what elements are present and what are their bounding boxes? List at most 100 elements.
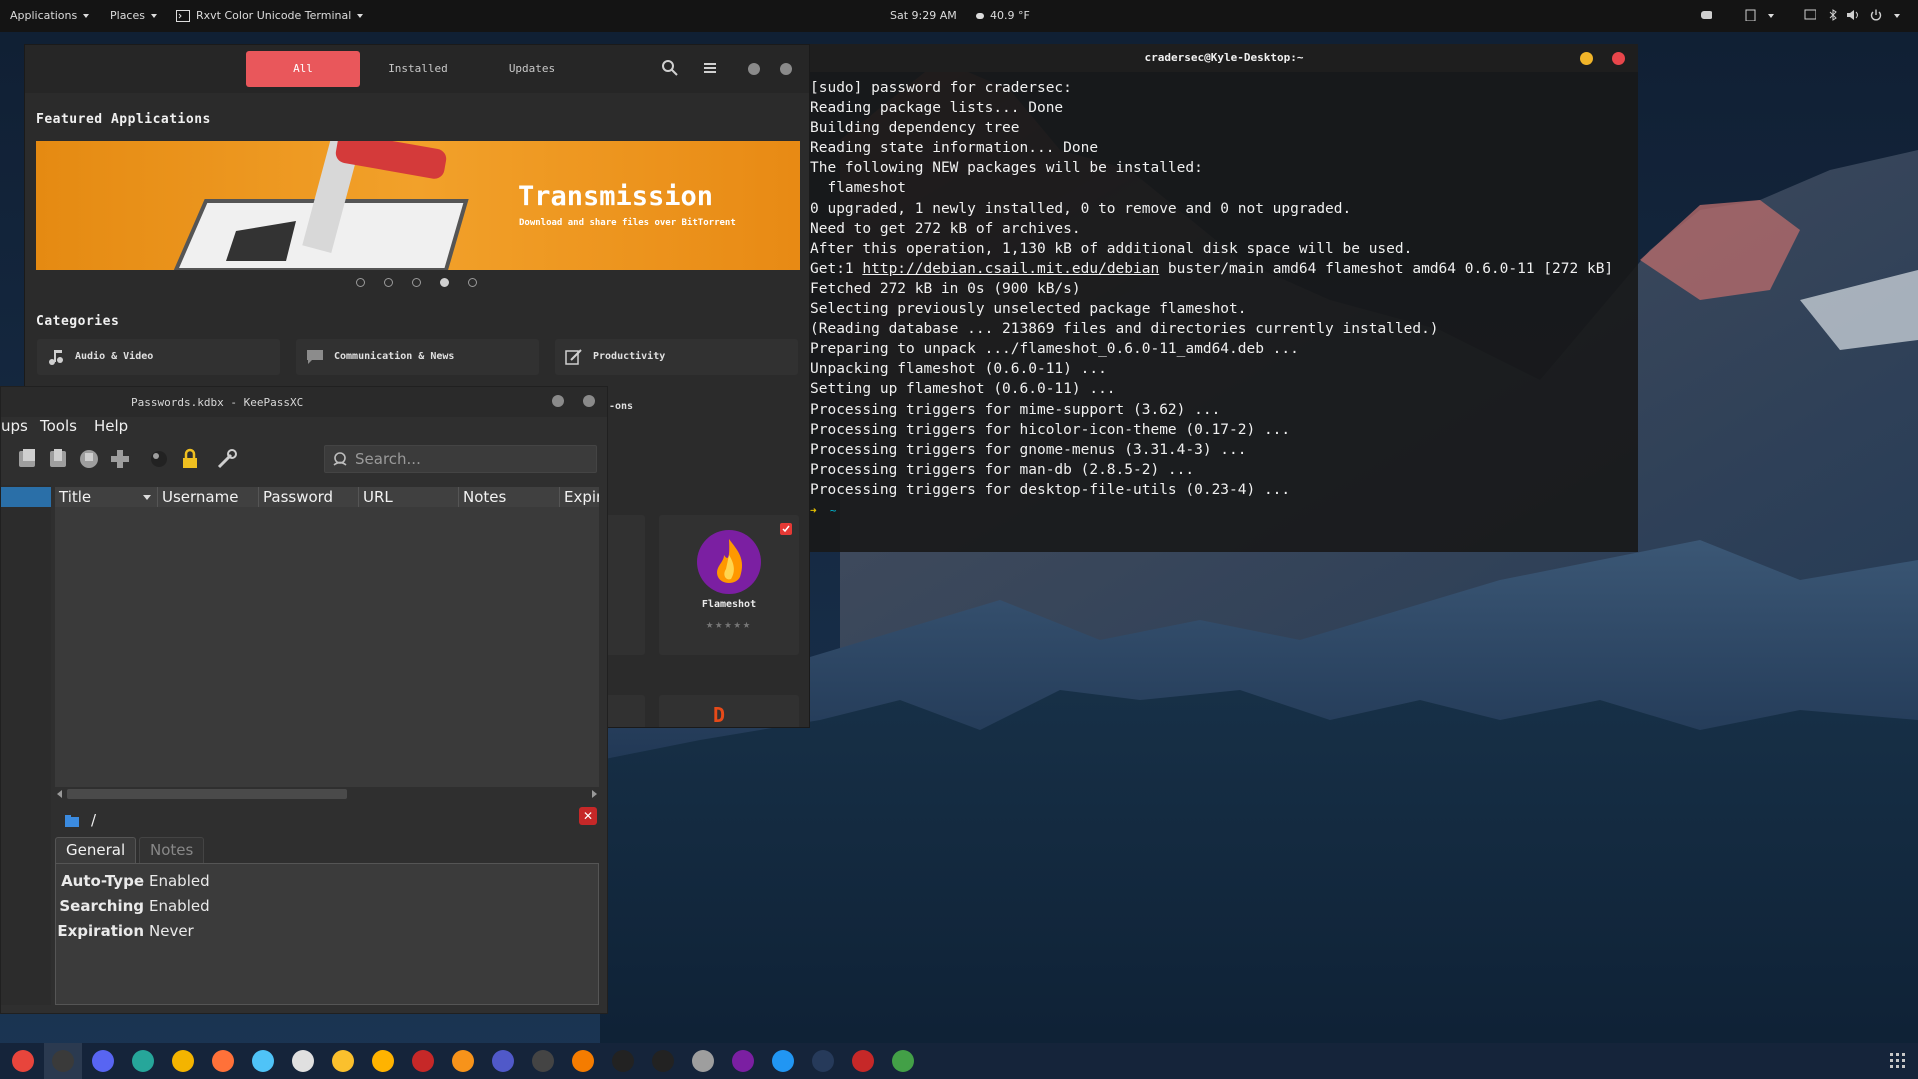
terminal-icon[interactable] <box>52 1050 74 1072</box>
close-button[interactable] <box>780 63 792 75</box>
terminal-link[interactable]: http://debian.csail.mit.edu/debian <box>862 261 1159 277</box>
gimp-icon[interactable] <box>532 1050 554 1072</box>
carousel-dot-5[interactable] <box>468 278 477 287</box>
archive-icon[interactable] <box>372 1050 394 1072</box>
keepass-icon[interactable] <box>892 1050 914 1072</box>
settings-wrench-icon[interactable] <box>215 447 239 471</box>
group-tree[interactable] <box>1 485 51 1005</box>
app-grid-icon[interactable] <box>1890 1053 1906 1069</box>
prompt-directory: ~ <box>829 503 837 517</box>
minimize-button[interactable] <box>748 63 760 75</box>
files-icon[interactable] <box>172 1050 194 1072</box>
firefox-icon[interactable] <box>212 1050 234 1072</box>
display-icon[interactable] <box>1804 9 1816 21</box>
web-browser-icon[interactable] <box>252 1050 274 1072</box>
category-communication-news[interactable]: Communication & News <box>296 339 539 375</box>
scroll-right-icon[interactable] <box>592 790 597 798</box>
discord-icon[interactable] <box>92 1050 114 1072</box>
tab-updates[interactable]: Updates <box>475 51 589 87</box>
tab-general[interactable]: General <box>55 837 137 863</box>
keepassxc-titlebar[interactable]: Passwords.kdbx - KeePassXC <box>1 387 607 417</box>
info-icon[interactable] <box>852 1050 874 1072</box>
terminal-text: buster/main amd64 flameshot amd64 0.6.0-… <box>1159 260 1614 277</box>
lock-icon[interactable] <box>178 447 202 471</box>
app-card-flameshot[interactable]: Flameshot ★★★★★ <box>659 515 799 655</box>
terminal-output[interactable]: [sudo] password for cradersec: Reading pa… <box>810 78 1613 521</box>
close-preview-icon[interactable]: ✕ <box>579 807 597 825</box>
column-notes[interactable]: Notes <box>459 487 560 507</box>
teams-icon[interactable] <box>492 1050 514 1072</box>
terminal-prompt[interactable]: ➜ ~ <box>810 500 1613 521</box>
terminal-titlebar[interactable]: cradersec@Kyle-Desktop:~ <box>810 44 1638 72</box>
horizontal-scrollbar[interactable] <box>55 787 599 801</box>
app-card-partial[interactable]: D <box>659 695 799 727</box>
terminal-window[interactable]: cradersec@Kyle-Desktop:~ [sudo] password… <box>810 44 1638 552</box>
menu-icon[interactable] <box>701 59 719 77</box>
volume-icon[interactable] <box>1846 9 1858 21</box>
menu-groups[interactable]: ups <box>1 417 28 441</box>
places-menu[interactable]: Places <box>110 9 157 22</box>
carousel-dot-1[interactable] <box>356 278 365 287</box>
column-password[interactable]: Password <box>259 487 359 507</box>
clock[interactable]: Sat 9:29 AM <box>890 9 957 22</box>
column-expires[interactable]: Expire <box>560 487 599 507</box>
close-button[interactable] <box>583 395 595 407</box>
chevron-down-icon <box>150 14 157 18</box>
weather-indicator[interactable]: 40.9 °F <box>976 9 1030 22</box>
app-icon[interactable] <box>812 1050 834 1072</box>
globe-icon[interactable] <box>147 447 171 471</box>
carousel-dot-2[interactable] <box>384 278 393 287</box>
category-productivity[interactable]: Productivity <box>555 339 798 375</box>
search-icon[interactable] <box>661 59 679 77</box>
edit-entry-icon[interactable] <box>46 447 70 471</box>
new-entry-icon[interactable] <box>15 447 39 471</box>
delete-entry-icon[interactable] <box>77 447 101 471</box>
minimize-button[interactable] <box>552 395 564 407</box>
menu-tools[interactable]: Tools <box>40 417 77 441</box>
target-icon[interactable] <box>572 1050 594 1072</box>
category-audio-video[interactable]: Audio & Video <box>37 339 280 375</box>
copy-icon[interactable] <box>108 447 132 471</box>
tor-icon[interactable] <box>732 1050 754 1072</box>
clipboard-icon[interactable] <box>1744 9 1756 21</box>
bluetooth-icon[interactable] <box>1828 9 1840 21</box>
menu-help[interactable]: Help <box>94 417 128 441</box>
power-icon[interactable] <box>1870 9 1882 21</box>
column-title[interactable]: Title <box>55 487 158 507</box>
entries-table[interactable]: Title Username Password URL Notes Expire <box>55 487 599 787</box>
carousel-dot-3[interactable] <box>412 278 421 287</box>
column-username[interactable]: Username <box>158 487 259 507</box>
group-tree-selected[interactable] <box>1 487 51 507</box>
inkscape-icon[interactable] <box>652 1050 674 1072</box>
notes-icon[interactable] <box>132 1050 154 1072</box>
clock-icon[interactable] <box>292 1050 314 1072</box>
scroll-left-icon[interactable] <box>57 790 62 798</box>
chevron-down-icon[interactable] <box>1894 14 1900 18</box>
signal-icon[interactable] <box>772 1050 794 1072</box>
bitcoin-icon[interactable] <box>452 1050 474 1072</box>
keepassxc-window[interactable]: Passwords.kdbx - KeePassXC ups Tools Hel… <box>0 386 608 1014</box>
column-url[interactable]: URL <box>359 487 459 507</box>
minimize-button[interactable] <box>1580 52 1593 65</box>
tab-installed[interactable]: Installed <box>361 51 475 87</box>
search-input[interactable]: Search... <box>324 445 597 473</box>
close-button[interactable] <box>1612 52 1625 65</box>
steam-icon[interactable] <box>612 1050 634 1072</box>
carousel-dot-4[interactable] <box>440 278 449 287</box>
scrollbar-thumb[interactable] <box>67 789 347 799</box>
filezilla-icon[interactable] <box>412 1050 434 1072</box>
active-app-menu[interactable]: Rxvt Color Unicode Terminal <box>176 9 364 22</box>
update-icon[interactable] <box>1700 9 1712 21</box>
detail-key: Expiration <box>57 922 144 940</box>
tab-notes[interactable]: Notes <box>139 837 205 863</box>
terminal-icon <box>176 10 190 22</box>
settings-icon[interactable] <box>692 1050 714 1072</box>
tab-all[interactable]: All <box>246 51 360 87</box>
category-addons-partial[interactable]: -ons <box>609 401 633 412</box>
chrome-icon[interactable] <box>12 1050 34 1072</box>
prompt-arrow-icon: ➜ <box>810 503 830 517</box>
chevron-down-icon[interactable] <box>1768 14 1774 18</box>
applications-menu[interactable]: Applications <box>10 9 90 22</box>
featured-banner[interactable]: Transmission Download and share files ov… <box>36 141 800 270</box>
media-player-icon[interactable] <box>332 1050 354 1072</box>
